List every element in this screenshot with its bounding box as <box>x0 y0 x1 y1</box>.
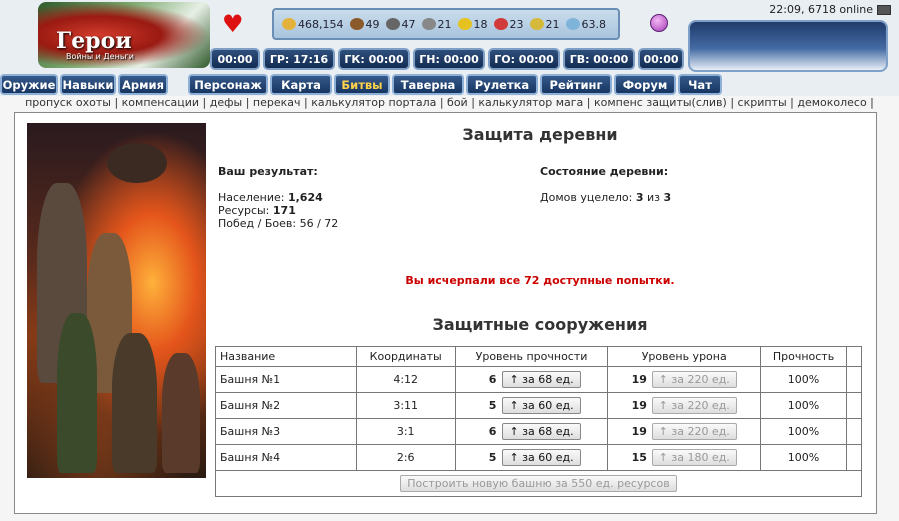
logo-title: Герои <box>56 28 132 54</box>
nav-character[interactable]: Персонаж <box>188 74 268 95</box>
col-damage-level: Уровень урона <box>607 346 762 367</box>
timer-1[interactable]: 00:00 <box>210 48 260 70</box>
gold-icon <box>282 18 296 30</box>
nav-rating[interactable]: Рейтинг <box>540 74 612 95</box>
col-coords: Координаты <box>355 346 456 367</box>
header: Герои Войны и Деньги ♥ 468,154 49 47 21 … <box>0 0 899 96</box>
upgrade-durability-button[interactable]: ↑ за 68 ед. <box>502 371 581 388</box>
nav-battles[interactable]: Битвы <box>334 74 390 95</box>
resources-value: 171 <box>272 204 296 217</box>
wins-value: 56 / 72 <box>299 217 339 230</box>
col-durability-level: Уровень прочности <box>454 346 609 367</box>
village-state-heading: Состояние деревни: <box>540 165 669 178</box>
resource-sulfur: 18 <box>457 18 488 31</box>
timer-gk[interactable]: ГК: 00:00 <box>338 48 410 70</box>
population-value: 1,624 <box>287 191 323 204</box>
table-row: Башня №3 3:1 6 ↑ за 68 ед. 19 ↑ за 220 ед.… <box>215 418 862 445</box>
houses-value: 3 <box>635 191 644 204</box>
upgrade-durability-button[interactable]: ↑ за 60 ед. <box>502 449 581 466</box>
wood-icon <box>349 18 364 30</box>
winter-scenery-banner <box>688 20 888 72</box>
build-row: Построить новую башню за 550 ед. ресурсо… <box>215 470 862 497</box>
resource-wood: 49 <box>349 18 380 31</box>
page-title: Защита деревни <box>462 125 618 144</box>
village-defense-panel: Защита деревни Ваш результат: Население:… <box>14 112 877 514</box>
quick-links[interactable]: пропуск охоты | компенсации | дефы | пер… <box>0 96 899 111</box>
mail-icon[interactable] <box>877 4 891 15</box>
table-row: Башня №2 3:11 5 ↑ за 60 ед. 19 ↑ за 220 ед… <box>215 392 862 419</box>
online-status: 22:09, 6718 online <box>769 3 891 16</box>
resources-line: Ресурсы: 171 <box>218 204 296 217</box>
houses-total: 3 <box>663 191 672 204</box>
timer-gr[interactable]: ГР: 17:16 <box>263 48 335 70</box>
upgrade-damage-button[interactable]: ↑ за 220 ед. <box>651 371 737 388</box>
mercury-icon <box>421 18 436 30</box>
nav-forum[interactable]: Форум <box>614 74 676 95</box>
logo-subtitle: Войны и Деньги <box>66 52 134 61</box>
timer-gn[interactable]: ГН: 00:00 <box>413 48 485 70</box>
potion-icon[interactable] <box>650 14 668 32</box>
resource-diamond: 63.8 <box>565 18 606 31</box>
timer-go[interactable]: ГО: 00:00 <box>488 48 560 70</box>
table-header-row: Название Координаты Уровень прочности Ур… <box>215 346 862 367</box>
resource-ore: 47 <box>385 18 416 31</box>
result-heading: Ваш результат: <box>218 165 318 178</box>
upgrade-durability-button[interactable]: ↑ за 68 ед. <box>502 423 581 440</box>
attempts-warning: Вы исчерпали все 72 доступные попытки. <box>405 274 675 287</box>
nav-roulette[interactable]: Рулетка <box>466 74 538 95</box>
nav-weapons[interactable]: Оружие <box>0 74 58 95</box>
resource-mercury: 21 <box>421 18 452 31</box>
wins-line: Побед / Боев: 56 / 72 <box>218 217 339 230</box>
upgrade-damage-button[interactable]: ↑ за 180 ед. <box>651 449 737 466</box>
timer-gv[interactable]: ГВ: 00:00 <box>563 48 635 70</box>
upgrade-damage-button[interactable]: ↑ за 220 ед. <box>651 423 737 440</box>
table-row: Башня №1 4:12 6 ↑ за 68 ед. 19 ↑ за 220 ед… <box>215 366 862 393</box>
nav-skills[interactable]: Навыки <box>60 74 116 95</box>
heart-icon[interactable]: ♥ <box>222 12 244 36</box>
table-row: Башня №4 2:6 5 ↑ за 60 ед. 15 ↑ за 180 ед.… <box>215 444 862 471</box>
ore-icon <box>385 18 400 30</box>
col-strength: Прочность <box>760 346 847 367</box>
col-extra <box>846 346 862 367</box>
nav-map[interactable]: Карта <box>270 74 332 95</box>
diamond-icon <box>565 18 580 30</box>
time-online-text: 22:09, 6718 online <box>769 3 873 16</box>
resource-gold: 468,154 <box>282 18 344 31</box>
resource-gems: 21 <box>529 18 560 31</box>
timer-bar: 00:00 ГР: 17:16 ГК: 00:00 ГН: 00:00 ГО: … <box>210 48 688 72</box>
defense-title: Защитные сооружения <box>432 315 648 334</box>
sulfur-icon <box>457 18 472 30</box>
nav-army[interactable]: Армия <box>118 74 168 95</box>
nav-chat[interactable]: Чат <box>678 74 722 95</box>
col-name: Название <box>215 346 357 367</box>
result-stats: Население: 1,624 Ресурсы: 171 Побед / Бо… <box>218 191 338 230</box>
upgrade-durability-button[interactable]: ↑ за 60 ед. <box>502 397 581 414</box>
resource-bar: 468,154 49 47 21 18 23 21 63.8 <box>272 8 620 40</box>
gems-icon <box>529 18 544 30</box>
build-tower-button[interactable]: Построить новую башню за 550 ед. ресурсо… <box>400 475 677 492</box>
heroes-artwork <box>27 123 206 478</box>
timer-7[interactable]: 00:00 <box>638 48 684 70</box>
crystal-icon <box>493 18 508 30</box>
towers-table: Название Координаты Уровень прочности Ур… <box>215 346 862 497</box>
population-line: Население: 1,624 <box>218 191 323 204</box>
main-nav: Оружие Навыки Армия Персонаж Карта Битвы… <box>0 74 899 96</box>
nav-tavern[interactable]: Таверна <box>392 74 464 95</box>
upgrade-damage-button[interactable]: ↑ за 220 ед. <box>651 397 737 414</box>
resource-crystal: 23 <box>493 18 524 31</box>
houses-line: Домов уцелело: 3 из 3 <box>540 191 672 204</box>
game-logo[interactable]: Герои Войны и Деньги <box>38 2 210 68</box>
